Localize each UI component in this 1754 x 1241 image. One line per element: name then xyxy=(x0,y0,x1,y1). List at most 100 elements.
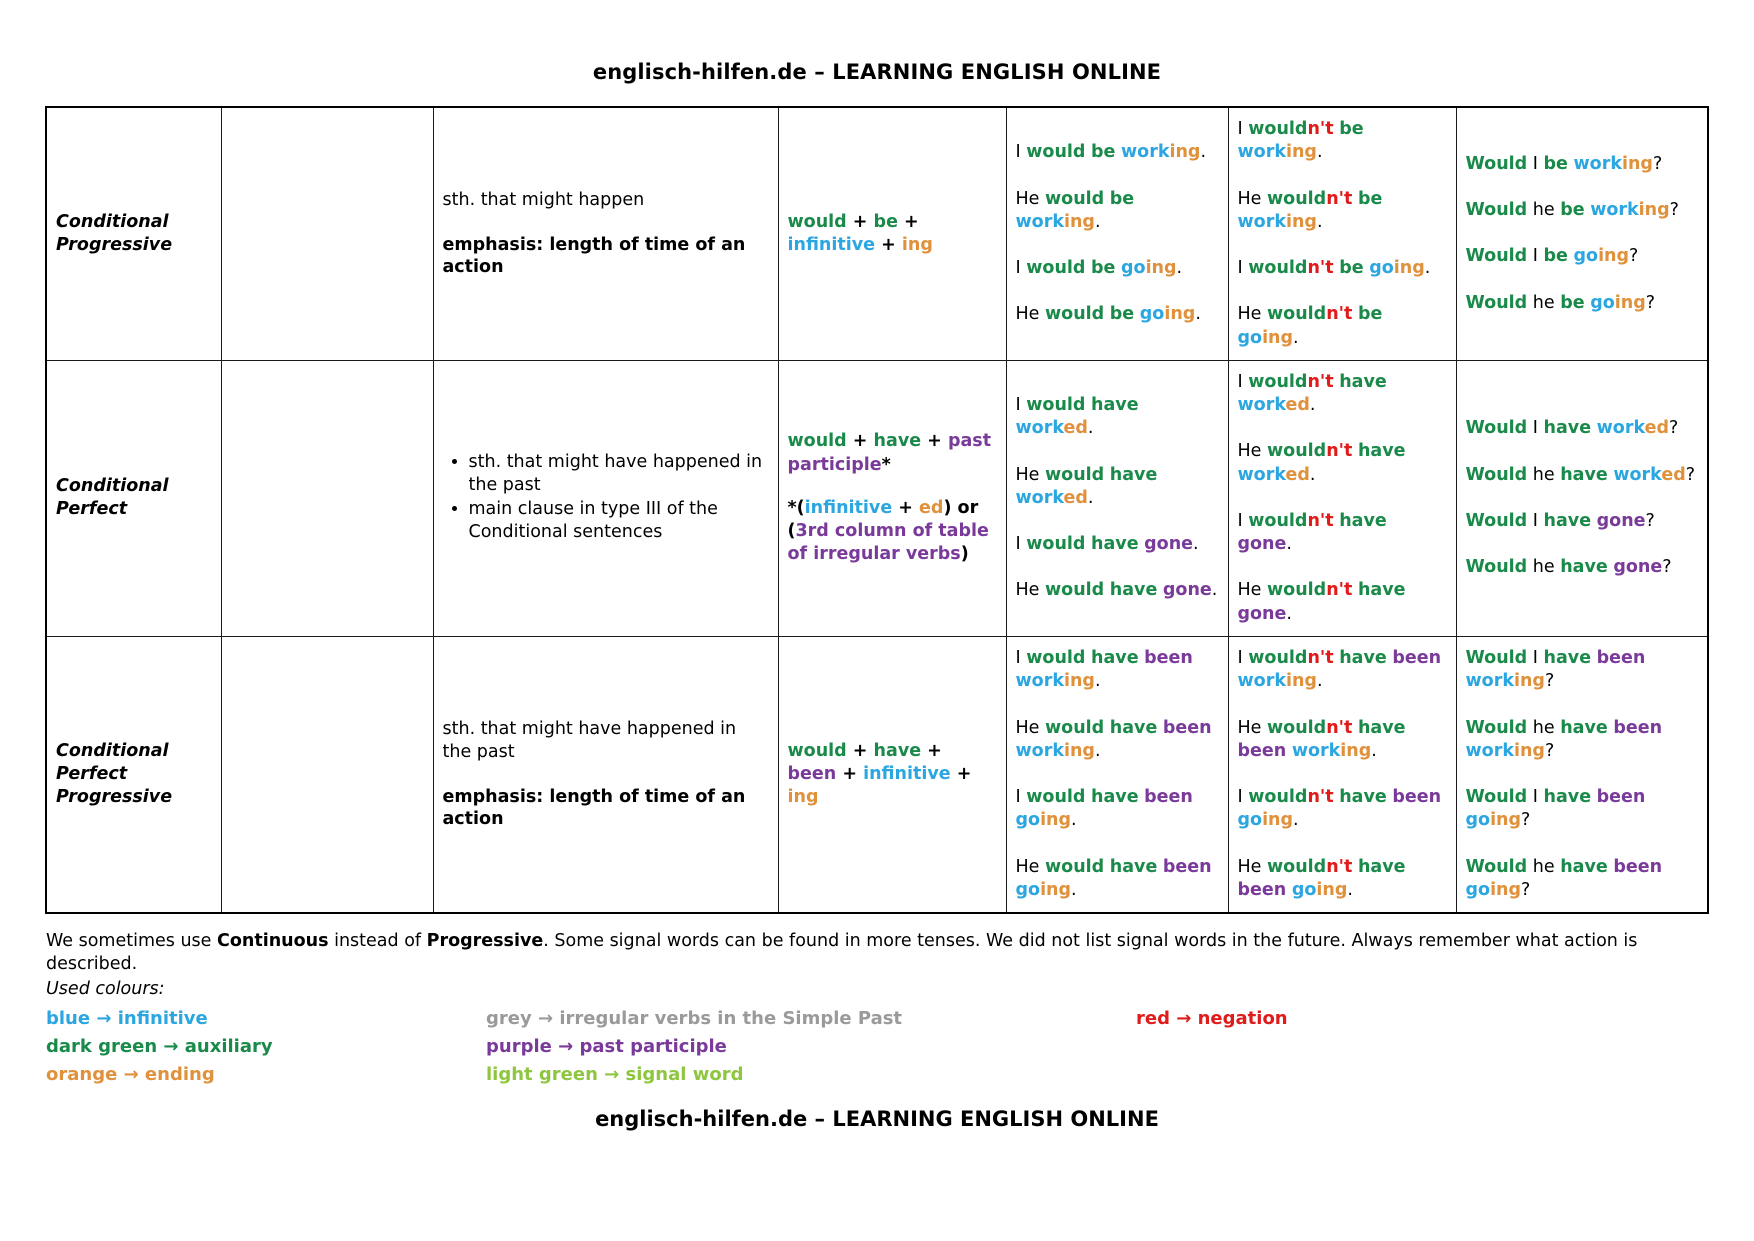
example-sentence: He would have been going. xyxy=(1015,856,1212,900)
legend-item-auxiliary: dark green → auxiliary xyxy=(46,1036,486,1057)
example-sentence: He would have gone. xyxy=(1015,580,1218,601)
tense-name: Conditional Perfect xyxy=(45,359,222,637)
legend-meaning: ending xyxy=(144,1064,215,1086)
example-sentence: He wouldn't have been going. xyxy=(1237,856,1406,900)
use-emphasis-text: emphasis: length of time of an action xyxy=(442,786,746,830)
use-list: sth. that might have happened in the pas… xyxy=(443,451,769,544)
formula-cell: would + have + past participle* *(infinit… xyxy=(777,359,1007,637)
example-sentence: He would have worked. xyxy=(1015,464,1158,508)
used-colours-label: Used colours: xyxy=(46,978,165,999)
example-sentence: I would have been going. xyxy=(1015,787,1193,831)
examples-negative: I wouldn't have been working. He wouldn't… xyxy=(1227,635,1457,914)
use-list-item: sth. that might have happened in the pas… xyxy=(469,451,769,497)
examples-question: Would I have worked? Would he have worked… xyxy=(1455,359,1709,637)
example-sentence: He wouldn't have worked. xyxy=(1237,441,1406,485)
legend-colour-name: light green xyxy=(486,1064,598,1086)
notes-block: We sometimes use Continuous instead of P… xyxy=(46,914,1708,1000)
examples-question: Would I have been working? Would he have … xyxy=(1455,635,1709,914)
example-sentence: Would he have been going? xyxy=(1465,856,1663,900)
legend-meaning: infinitive xyxy=(117,1008,208,1030)
example-sentence: Would I have gone? xyxy=(1465,510,1655,531)
example-sentence: I wouldn't have gone. xyxy=(1237,510,1387,555)
formula-cell: would + be + infinitive + ing xyxy=(777,106,1007,361)
example-sentence: He would be working. xyxy=(1015,188,1135,232)
example-sentence: He wouldn't be going. xyxy=(1237,304,1383,348)
examples-affirmative: I would be working. He would be working. I… xyxy=(1005,106,1229,361)
legend-arrow-icon: → xyxy=(157,1036,185,1058)
legend-spacer xyxy=(1136,1064,1708,1085)
use-emphasis-text: emphasis: length of time of an action xyxy=(442,234,746,278)
legend-colour-name: dark green xyxy=(46,1036,158,1058)
use-cell: sth. that might have happened in the pas… xyxy=(432,359,779,637)
legend-item-ending: orange → ending xyxy=(46,1064,486,1085)
legend-meaning: auxiliary xyxy=(184,1036,273,1058)
table-row: Conditional Perfect sth. that might have … xyxy=(45,359,1709,637)
example-sentence: He would be going. xyxy=(1015,304,1201,325)
legend-arrow-icon: → xyxy=(551,1036,580,1058)
example-sentence: He wouldn't be working. xyxy=(1237,188,1383,232)
use-list-item: main clause in type III of the Condition… xyxy=(469,498,769,544)
signal-words-cell xyxy=(220,359,434,637)
colour-legend: blue → infinitive grey → irregular verbs … xyxy=(46,1000,1708,1085)
example-sentence: I wouldn't be working. xyxy=(1237,119,1364,163)
use-plain-text: sth. that might happen xyxy=(442,189,645,210)
use-cell: sth. that might happen emphasis: length o… xyxy=(432,106,779,361)
signal-words-cell xyxy=(220,106,434,361)
example-sentence: I would be working. xyxy=(1015,142,1207,163)
example-sentence: Would he have worked? xyxy=(1465,464,1696,485)
examples-affirmative: I would have worked. He would have worked… xyxy=(1005,359,1229,637)
legend-item-infinitive: blue → infinitive xyxy=(46,1008,486,1029)
formula-text: would + have + past participle* xyxy=(787,431,992,475)
tense-name: Conditional Perfect Progressive xyxy=(45,635,222,914)
example-sentence: I would have gone. xyxy=(1015,534,1199,555)
example-sentence: Would I have worked? xyxy=(1465,418,1679,439)
tenses-table: Conditional Progressive sth. that might h… xyxy=(45,106,1709,915)
signal-words-cell xyxy=(220,635,434,914)
example-sentence: I would have worked. xyxy=(1015,395,1139,439)
example-sentence: I wouldn't have been going. xyxy=(1237,787,1442,831)
examples-negative: I wouldn't be working. He wouldn't be wor… xyxy=(1227,106,1457,361)
document-page: englisch-hilfen.de – LEARNING ENGLISH ON… xyxy=(0,0,1754,1241)
tense-name: Conditional Progressive xyxy=(45,106,222,361)
legend-arrow-icon: → xyxy=(597,1064,626,1086)
legend-arrow-icon: → xyxy=(90,1008,118,1030)
example-sentence: Would he have been working? xyxy=(1465,717,1663,761)
legend-colour-name: blue xyxy=(46,1008,91,1030)
legend-meaning: signal word xyxy=(625,1064,744,1086)
formula-note: *(infinitive + ed) or (3rd column of tab… xyxy=(787,497,989,565)
table-row: Conditional Perfect Progressive sth. that… xyxy=(45,635,1709,914)
legend-item-past_participle: purple → past participle xyxy=(486,1036,1136,1057)
legend-colour-name: red xyxy=(1136,1008,1170,1030)
legend-meaning: negation xyxy=(1197,1008,1288,1030)
page-footer: englisch-hilfen.de – LEARNING ENGLISH ON… xyxy=(595,1107,1159,1132)
example-sentence: Would I be going? xyxy=(1465,246,1639,267)
page-title: englisch-hilfen.de – LEARNING ENGLISH ON… xyxy=(592,60,1162,84)
notes-paragraph: We sometimes use Continuous instead of P… xyxy=(46,931,1638,974)
legend-meaning: past participle xyxy=(579,1036,727,1058)
example-sentence: Would he have gone? xyxy=(1465,557,1672,578)
legend-colour-name: grey xyxy=(486,1008,532,1030)
example-sentence: He wouldn't have gone. xyxy=(1237,580,1406,624)
legend-item-irregular: grey → irregular verbs in the Simple Pas… xyxy=(486,1008,1136,1029)
example-sentence: I would be going. xyxy=(1015,258,1183,279)
example-sentence: Would he be going? xyxy=(1465,292,1656,313)
examples-question: Would I be working? Would he be working? W… xyxy=(1455,106,1709,361)
example-sentence: I wouldn't have worked. xyxy=(1237,371,1387,416)
legend-arrow-icon: → xyxy=(117,1064,145,1086)
example-sentence: I wouldn't be going. xyxy=(1237,258,1431,279)
example-sentence: Would I have been going? xyxy=(1465,787,1646,831)
legend-colour-name: orange xyxy=(46,1064,118,1086)
table-row: Conditional Progressive sth. that might h… xyxy=(45,106,1709,361)
use-cell: sth. that might have happened in the pas… xyxy=(432,635,779,914)
formula-text: would + be + infinitive + ing xyxy=(787,211,933,255)
examples-negative: I wouldn't have worked. He wouldn't have … xyxy=(1227,359,1457,637)
legend-item-negation: red → negation xyxy=(1136,1008,1708,1029)
example-sentence: Would I have been working? xyxy=(1465,647,1646,692)
legend-spacer xyxy=(1136,1036,1708,1057)
formula-cell: would + have + been + infinitive + ing xyxy=(777,635,1007,914)
examples-affirmative: I would have been working. He would have … xyxy=(1005,635,1229,914)
legend-item-signal_word: light green → signal word xyxy=(486,1064,1136,1085)
example-sentence: He wouldn't have been working. xyxy=(1237,717,1406,761)
formula-text: would + have + been + infinitive + ing xyxy=(787,740,972,808)
legend-meaning: irregular verbs in the Simple Past xyxy=(559,1008,903,1030)
